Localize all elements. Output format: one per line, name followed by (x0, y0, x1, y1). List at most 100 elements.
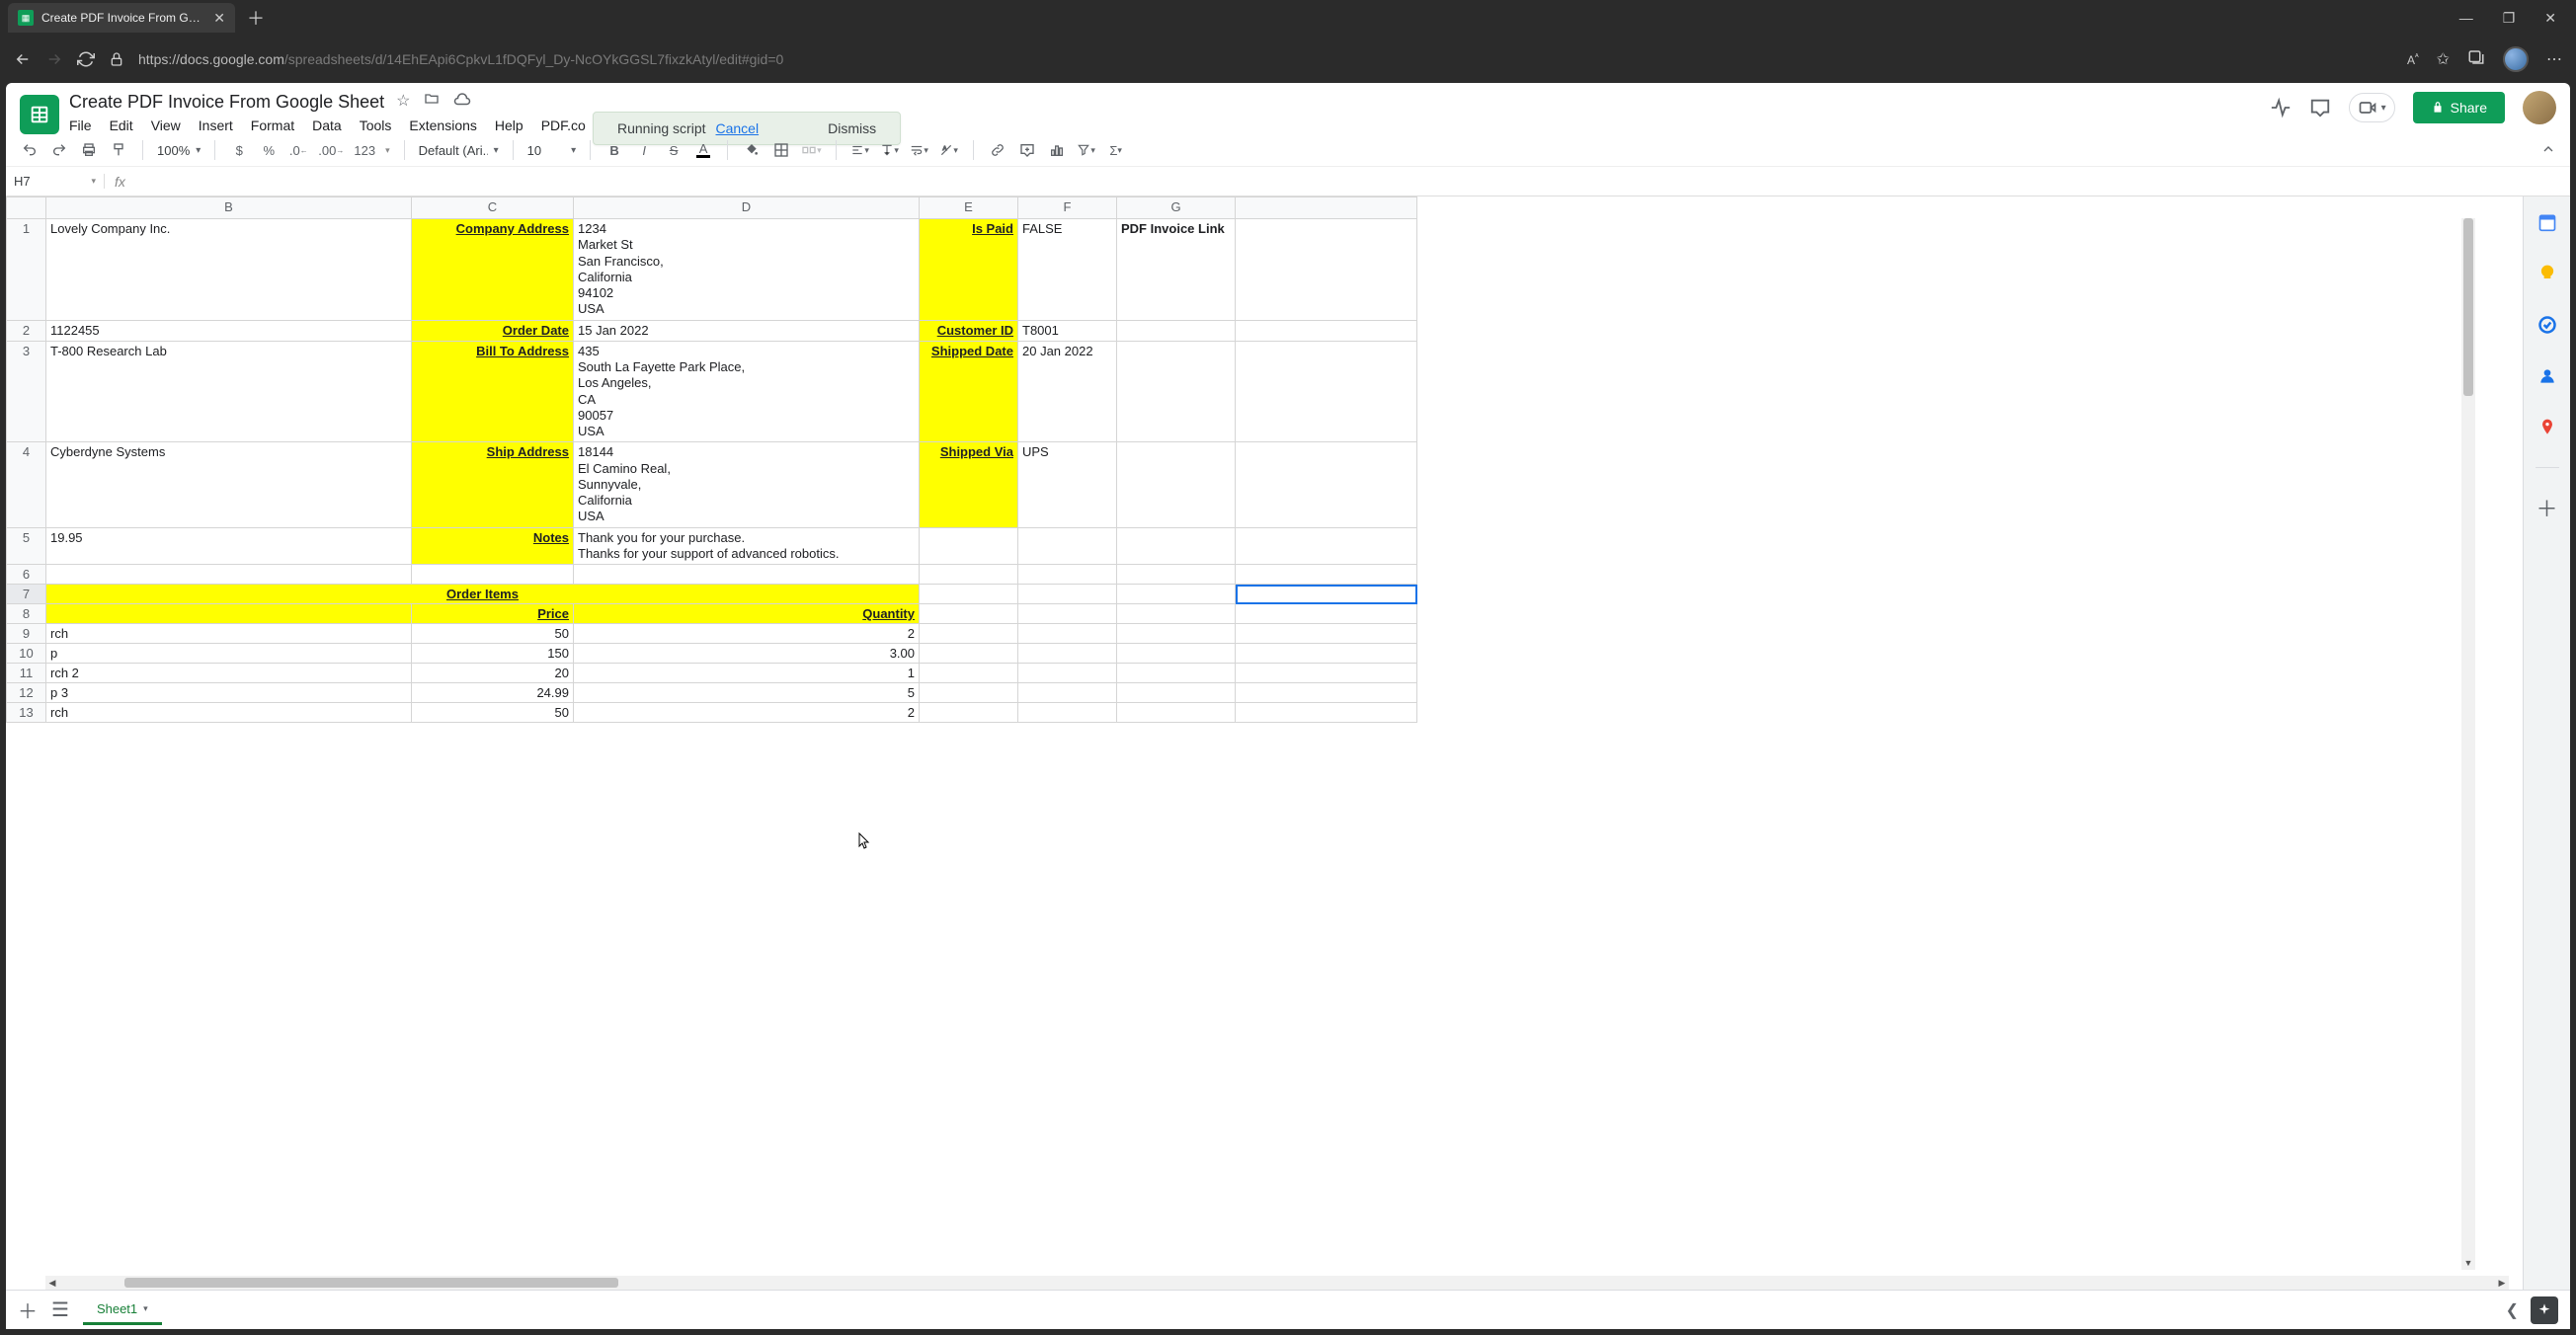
chart-icon[interactable] (1047, 142, 1067, 158)
cell[interactable]: 2 (574, 703, 920, 723)
italic-icon[interactable]: I (634, 143, 654, 158)
menu-insert[interactable]: Insert (199, 118, 233, 133)
cell[interactable] (1236, 341, 1417, 442)
browser-profile-avatar[interactable] (2503, 46, 2529, 72)
contacts-app-icon[interactable] (2536, 364, 2559, 388)
cell[interactable] (46, 604, 412, 624)
cell[interactable] (920, 664, 1018, 683)
collections-icon[interactable] (2467, 48, 2485, 71)
cell[interactable] (1018, 527, 1117, 565)
cell[interactable]: rch 2 (46, 664, 412, 683)
cell[interactable] (1236, 703, 1417, 723)
menu-view[interactable]: View (151, 118, 181, 133)
row-header[interactable]: 6 (7, 565, 46, 585)
row-header[interactable]: 5 (7, 527, 46, 565)
name-box[interactable]: H7▾ (6, 174, 105, 189)
back-button[interactable] (14, 50, 32, 68)
increase-decimal-icon[interactable]: .00→ (318, 143, 344, 158)
halign-icon[interactable]: ▾ (850, 143, 870, 157)
cell[interactable] (1236, 644, 1417, 664)
close-window-icon[interactable]: ✕ (2544, 10, 2556, 27)
cell[interactable] (1236, 604, 1417, 624)
cell[interactable] (1117, 683, 1236, 703)
cell[interactable] (920, 683, 1018, 703)
cell[interactable]: Order Items (46, 585, 920, 604)
cell[interactable] (1117, 604, 1236, 624)
row-header[interactable]: 7 (7, 585, 46, 604)
menu-help[interactable]: Help (495, 118, 523, 133)
cell[interactable] (412, 565, 574, 585)
cell[interactable] (1236, 683, 1417, 703)
menu-edit[interactable]: Edit (110, 118, 133, 133)
menu-format[interactable]: Format (251, 118, 294, 133)
all-sheets-button[interactable]: ☰ (51, 1297, 69, 1322)
cell[interactable]: Cyberdyne Systems (46, 442, 412, 527)
paint-format-icon[interactable] (109, 142, 128, 158)
cell[interactable]: 19.95 (46, 527, 412, 565)
url-field[interactable]: https://docs.google.com/spreadsheets/d/1… (138, 51, 2393, 67)
hscroll-thumb[interactable] (124, 1278, 618, 1288)
comment-add-icon[interactable] (1017, 142, 1037, 158)
cell[interactable] (920, 703, 1018, 723)
side-panel-toggle-icon[interactable]: ❮ (2506, 1300, 2519, 1320)
col-header-e[interactable]: E (920, 197, 1018, 219)
cell[interactable] (920, 644, 1018, 664)
row-header[interactable]: 8 (7, 604, 46, 624)
star-icon[interactable]: ☆ (396, 91, 410, 114)
spreadsheet-grid[interactable]: B C D E F G 1Lovely Company Inc.Company … (6, 196, 1417, 723)
cell[interactable] (1117, 320, 1236, 341)
cell[interactable] (1236, 664, 1417, 683)
cell[interactable]: Notes (412, 527, 574, 565)
cell[interactable]: 1122455 (46, 320, 412, 341)
redo-icon[interactable] (49, 142, 69, 158)
minimize-icon[interactable]: ― (2459, 10, 2473, 27)
row-header[interactable]: 2 (7, 320, 46, 341)
maps-app-icon[interactable] (2536, 416, 2559, 439)
cell[interactable] (1117, 624, 1236, 644)
cell[interactable]: rch (46, 624, 412, 644)
maximize-icon[interactable]: ❐ (2503, 10, 2516, 27)
menu-tools[interactable]: Tools (360, 118, 392, 133)
strike-icon[interactable]: S (664, 143, 684, 158)
cell[interactable]: 5 (574, 683, 920, 703)
cell[interactable]: UPS (1018, 442, 1117, 527)
col-header-g[interactable]: G (1117, 197, 1236, 219)
cell[interactable]: 20 (412, 664, 574, 683)
cell[interactable]: Is Paid (920, 219, 1018, 321)
cell[interactable] (1018, 585, 1117, 604)
row-header[interactable]: 3 (7, 341, 46, 442)
cell[interactable] (1236, 624, 1417, 644)
cell[interactable]: p (46, 644, 412, 664)
meet-button[interactable]: ▾ (2349, 93, 2395, 122)
cell[interactable] (1236, 527, 1417, 565)
cell[interactable] (1117, 703, 1236, 723)
cell[interactable] (1018, 644, 1117, 664)
row-header[interactable]: 12 (7, 683, 46, 703)
cell[interactable]: T8001 (1018, 320, 1117, 341)
cell[interactable]: Company Address (412, 219, 574, 321)
cell[interactable]: 435 South La Fayette Park Place, Los Ang… (574, 341, 920, 442)
undo-icon[interactable] (20, 142, 40, 158)
bold-icon[interactable]: B (604, 143, 624, 158)
cell[interactable] (920, 624, 1018, 644)
wrap-icon[interactable]: ▾ (910, 143, 929, 157)
cell[interactable]: Order Date (412, 320, 574, 341)
print-icon[interactable] (79, 142, 99, 158)
row-header[interactable]: 13 (7, 703, 46, 723)
sheet-tab-1[interactable]: Sheet1▾ (83, 1296, 162, 1325)
cell[interactable]: 1234 Market St San Francisco, California… (574, 219, 920, 321)
toolbar-collapse-icon[interactable] (2540, 141, 2556, 160)
cell[interactable]: Shipped Date (920, 341, 1018, 442)
active-cell[interactable] (1236, 585, 1417, 604)
row-header[interactable]: 10 (7, 644, 46, 664)
share-button[interactable]: Share (2413, 92, 2505, 123)
valign-icon[interactable]: ▾ (880, 143, 900, 157)
decrease-decimal-icon[interactable]: .0← (288, 143, 308, 158)
cloud-status-icon[interactable] (453, 91, 471, 114)
cell[interactable]: Thank you for your purchase. Thanks for … (574, 527, 920, 565)
cell[interactable] (1117, 664, 1236, 683)
sheets-logo[interactable] (20, 95, 59, 134)
cell[interactable]: 150 (412, 644, 574, 664)
cell[interactable] (574, 565, 920, 585)
cell[interactable]: PDF Invoice Link (1117, 219, 1236, 321)
